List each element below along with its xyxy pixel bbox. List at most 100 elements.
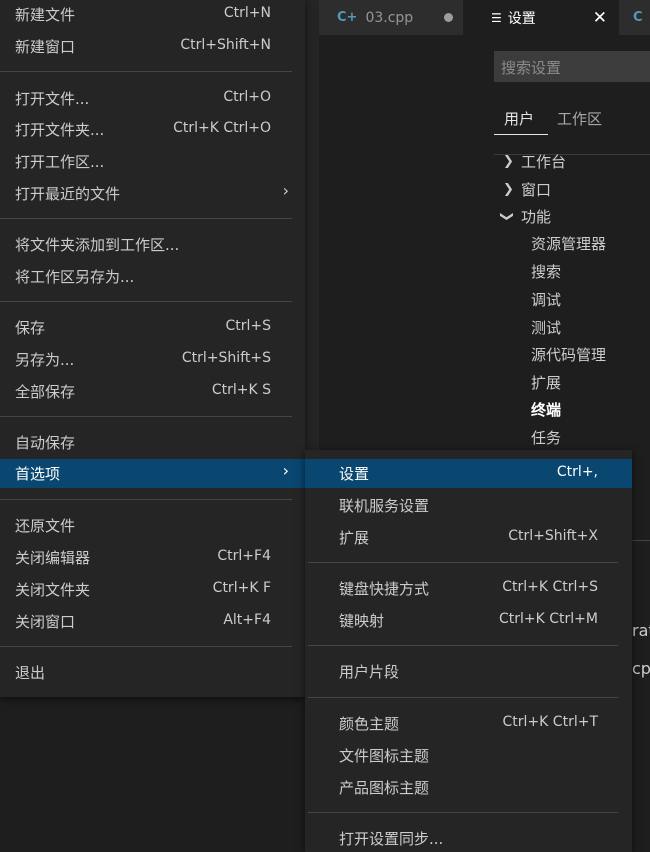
menu-item-shortcut: Ctrl+K Ctrl+M [499,611,598,627]
menu-item-label: 打开设置同步... [339,830,444,848]
menu-item-label: 打开文件... [15,90,90,108]
menu-item-label: 关闭窗口 [15,613,76,631]
menu-item-preferences[interactable]: 首选项 › [0,459,305,488]
close-icon[interactable]: ✕ [593,8,607,28]
settings-search-input[interactable]: 搜索设置 [494,51,650,82]
chevron-right-icon: ❯ [503,154,514,169]
menu-item-extensions[interactable]: 扩展 Ctrl+Shift+X [305,523,632,551]
tree-item-extensions[interactable]: 扩展 [531,372,561,393]
menu-item-shortcut: Ctrl+Shift+N [180,37,271,53]
menu-item-new-file[interactable]: 新建文件 Ctrl+N [0,0,305,28]
menu-item-close-window[interactable]: 关闭窗口 Alt+F4 [0,607,305,635]
tab-settings[interactable]: ☰ 设置 ✕ [463,0,619,35]
menu-item-label: 扩展 [339,529,370,547]
menu-item-label: 文件图标主题 [339,747,430,765]
menu-item-label: 联机服务设置 [339,497,430,515]
menu-item-keymaps[interactable]: 键映射 Ctrl+K Ctrl+M [305,606,632,634]
menu-item-shortcut: Ctrl+Shift+X [508,528,598,544]
chevron-right-icon: › [282,181,289,200]
menu-item-settings-sync[interactable]: 打开设置同步... [305,824,632,852]
menu-item-shortcut: Ctrl+Shift+S [181,350,271,366]
tree-item-terminal[interactable]: 终端 [531,399,561,420]
menu-item-save-workspace-as[interactable]: 将工作区另存为... [0,262,305,290]
menu-item-open-workspace[interactable]: 打开工作区... [0,147,305,175]
menu-item-open-folder[interactable]: 打开文件夹... Ctrl+K Ctrl+O [0,115,305,143]
menu-item-settings[interactable]: 设置 Ctrl+, [305,459,632,488]
menu-item-label: 将文件夹添加到工作区... [15,236,180,254]
menu-item-revert-file[interactable]: 还原文件 [0,511,305,539]
tab-workspace[interactable]: 工作区 [557,108,602,129]
divider [632,540,650,541]
menu-separator [0,499,292,500]
menu-item-add-folder-to-workspace[interactable]: 将文件夹添加到工作区... [0,230,305,258]
tree-item-tasks[interactable]: 任务 [531,427,561,448]
tree-item-explorer[interactable]: 资源管理器 [531,233,606,254]
menu-item-shortcut: Ctrl+O [223,89,271,105]
settings-list-icon: ☰ [491,10,502,25]
menu-item-label: 键盘快捷方式 [339,580,430,598]
menu-item-save-all[interactable]: 全部保存 Ctrl+K S [0,377,305,405]
menu-item-label: 产品图标主题 [339,779,430,797]
file-menu: 新建文件 Ctrl+N 新建窗口 Ctrl+Shift+N 打开文件... Ct… [0,0,305,697]
tab-overflow[interactable]: C [619,0,650,35]
menu-item-close-folder[interactable]: 关闭文件夹 Ctrl+K F [0,575,305,603]
menu-separator [308,812,618,813]
menu-item-label: 新建文件 [15,6,76,24]
menu-item-open-recent[interactable]: 打开最近的文件 › [0,179,305,207]
tree-item-workbench[interactable]: 工作台 [521,151,566,172]
menu-item-label: 保存 [15,319,46,337]
menu-item-label: 自动保存 [15,434,76,452]
menu-item-user-snippets[interactable]: 用户片段 [305,657,632,685]
unsaved-dot-icon [444,13,453,22]
tab-user[interactable]: 用户 [504,108,534,129]
menu-item-label: 退出 [15,664,46,682]
menu-item-auto-save[interactable]: 自动保存 [0,428,305,456]
menu-item-label: 首选项 [15,465,61,483]
menu-item-label: 另存为... [15,351,75,369]
cpp-file-icon: C [633,10,643,25]
tab-label: 03.cpp [365,9,414,26]
partial-setting-text: cps [632,659,650,678]
menu-item-shortcut: Ctrl+K Ctrl+O [173,120,271,136]
chevron-right-icon: › [282,461,289,480]
menu-item-save[interactable]: 保存 Ctrl+S [0,313,305,341]
menu-item-shortcut: Ctrl+K S [211,382,271,398]
menu-item-label: 全部保存 [15,383,76,401]
menu-item-label: 打开工作区... [15,153,105,171]
menu-item-save-as[interactable]: 另存为... Ctrl+Shift+S [0,345,305,373]
tree-item-testing[interactable]: 测试 [531,317,561,338]
menu-item-online-services-settings[interactable]: 联机服务设置 [305,491,632,519]
menu-item-label: 将工作区另存为... [15,268,135,286]
tab-03-cpp[interactable]: C+ 03.cpp [319,0,463,35]
menu-item-color-theme[interactable]: 颜色主题 Ctrl+K Ctrl+T [305,709,632,737]
menu-item-shortcut: Alt+F4 [223,612,271,628]
tree-item-search[interactable]: 搜索 [531,261,561,282]
menu-item-label: 颜色主题 [339,715,400,733]
tab-label: 设置 [507,10,536,27]
menu-separator [0,416,292,417]
menu-item-new-window[interactable]: 新建窗口 Ctrl+Shift+N [0,32,305,60]
tree-item-debug[interactable]: 调试 [531,289,561,310]
preferences-submenu: 设置 Ctrl+, 联机服务设置 扩展 Ctrl+Shift+X 键盘快捷方式 … [305,450,632,852]
chevron-right-icon: ❯ [503,182,514,197]
menu-separator [0,646,292,647]
menu-item-open-file[interactable]: 打开文件... Ctrl+O [0,84,305,112]
menu-item-label: 打开最近的文件 [15,185,121,203]
menu-separator [0,71,292,72]
menu-item-shortcut: Ctrl+S [225,318,271,334]
menu-item-label: 用户片段 [339,663,400,681]
menu-item-exit[interactable]: 退出 [0,658,305,686]
tree-item-window[interactable]: 窗口 [521,179,551,200]
tree-item-features[interactable]: 功能 [521,206,551,227]
menu-item-shortcut: Ctrl+, [556,464,598,480]
menu-item-file-icon-theme[interactable]: 文件图标主题 [305,741,632,769]
menu-item-shortcut: Ctrl+F4 [217,548,271,564]
menu-separator [308,645,618,646]
menu-item-product-icon-theme[interactable]: 产品图标主题 [305,773,632,801]
menu-item-keyboard-shortcuts[interactable]: 键盘快捷方式 Ctrl+K Ctrl+S [305,574,632,602]
tree-item-scm[interactable]: 源代码管理 [531,344,606,365]
menu-item-label: 打开文件夹... [15,121,105,139]
menu-item-shortcut: Ctrl+K F [212,580,271,596]
menu-item-close-editor[interactable]: 关闭编辑器 Ctrl+F4 [0,543,305,571]
menu-item-shortcut: Ctrl+N [223,5,271,21]
